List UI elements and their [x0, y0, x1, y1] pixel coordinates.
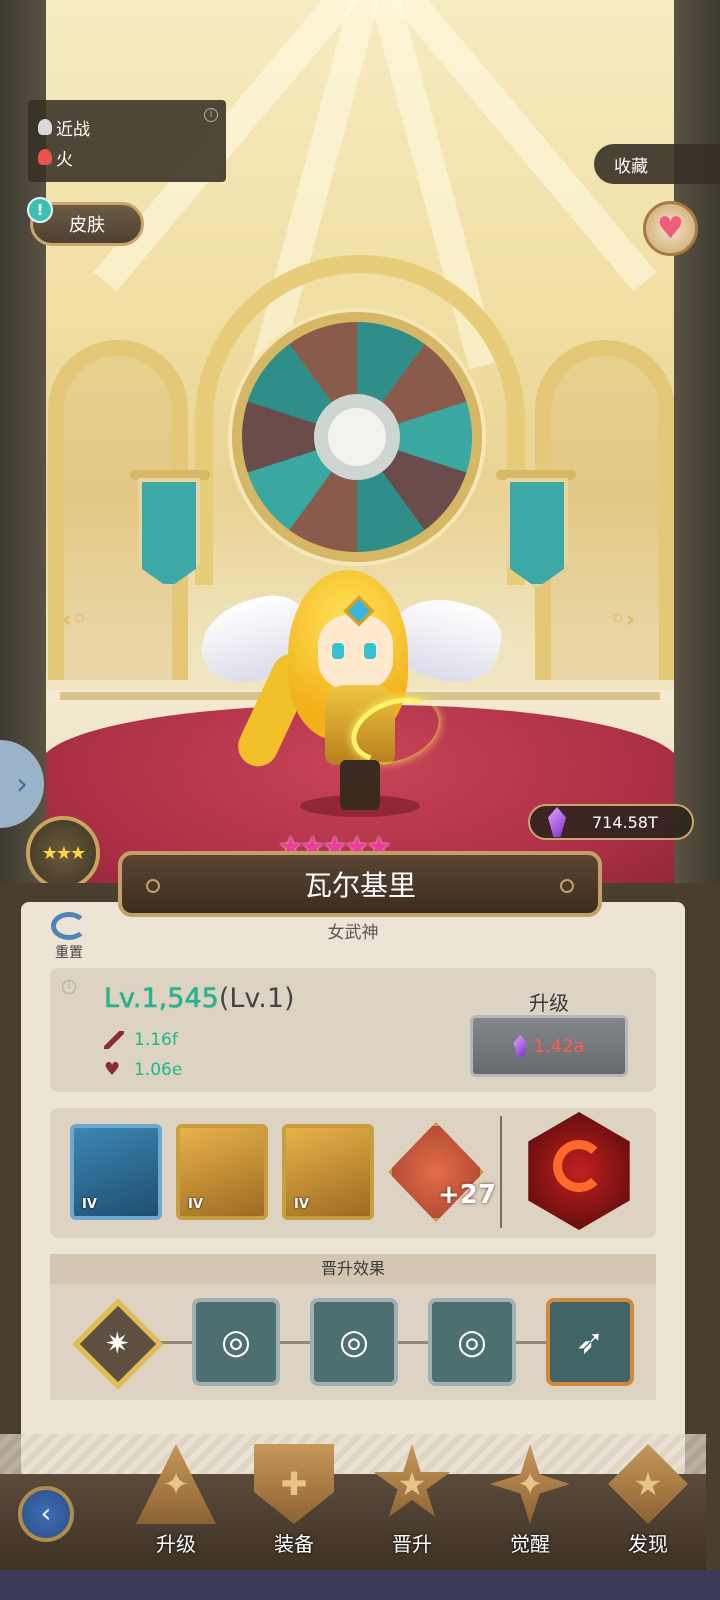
discover-icon: ★ [608, 1444, 688, 1524]
back-arrow-icon[interactable]: ‹ [18, 1486, 74, 1542]
nav-discover[interactable]: ★ 发现 [598, 1444, 698, 1566]
exclamation-icon: ! [27, 197, 53, 223]
promotion-header: 晋升效果 [50, 1254, 656, 1284]
crystal-currency-badge: 714.58T [528, 804, 694, 840]
hero-sprite[interactable] [191, 560, 509, 830]
hp-value: 1.06e [134, 1060, 183, 1080]
equipment-icon: ✚ [254, 1444, 334, 1524]
hero-name: 瓦尔基里 [303, 869, 416, 902]
level-display: Lv.1,545(Lv.1) [104, 983, 295, 1014]
hero-name-plate: 瓦尔基里 [118, 851, 602, 917]
reset-label: 重置 [55, 945, 83, 961]
hero-title: 女武神 [327, 923, 379, 943]
hero-detail-screen: i 近战 火 ! 皮肤 收藏 ♥ ‹◦ ◦› › 714.58T ★★★ ★★★… [0, 0, 720, 1600]
promotion-node-bow[interactable]: ➶ [546, 1298, 634, 1386]
melee-icon [38, 119, 52, 135]
nav-label: 升级 [156, 1532, 196, 1556]
type-label: 近战 [56, 119, 90, 140]
badge-count: +27 [438, 1180, 496, 1210]
flame-ring-icon [553, 1140, 605, 1192]
crystal-amount: 714.58T [592, 812, 658, 832]
upgrade-icon: ✦ [136, 1444, 216, 1524]
bow-icon: ➶ [575, 1322, 605, 1362]
gear-icon [560, 879, 574, 893]
nav-awaken[interactable]: ✦ 觉醒 [480, 1444, 580, 1566]
nav-label: 装备 [274, 1532, 314, 1556]
left-banner [138, 478, 200, 588]
hero-legs [340, 760, 380, 810]
equipment-slot-tiara[interactable]: IV [282, 1124, 374, 1220]
upgrade-label: 升级 [529, 991, 569, 1015]
promotion-node-vortex-1[interactable]: ◎ [192, 1298, 280, 1386]
hero-eye [364, 643, 376, 659]
equipment-slot-whip[interactable]: IV [70, 1124, 162, 1220]
hero-type-box: i 近战 火 [28, 100, 226, 182]
system-bar [0, 1570, 720, 1600]
hero-eye [332, 643, 344, 659]
nav-label: 发现 [628, 1532, 668, 1556]
sword-icon [104, 1031, 124, 1049]
crystal-icon [513, 1035, 528, 1057]
skin-label: 皮肤 [69, 215, 105, 236]
type-row-fire: 火 [38, 142, 216, 172]
divider [500, 1116, 502, 1228]
vortex-icon: ◎ [457, 1322, 487, 1362]
nav-equipment[interactable]: ✚ 装备 [244, 1444, 344, 1566]
heart-plus-icon: ♥ [104, 1059, 121, 1080]
nav-label: 晋升 [392, 1532, 432, 1556]
hero-face [318, 615, 393, 690]
type-row-melee: 近战 [38, 112, 216, 142]
right-banner [506, 478, 568, 588]
promotion-icon: ★ [373, 1444, 451, 1517]
promotion-node-vortex-2[interactable]: ◎ [310, 1298, 398, 1386]
promotion-node-burst[interactable]: ✷ [72, 1298, 164, 1390]
stats-info-icon[interactable]: i [62, 980, 76, 994]
heart-icon[interactable]: ♥ [643, 201, 698, 256]
gear-icon [146, 879, 160, 893]
upgrade-cost: 1.42a [533, 1035, 585, 1057]
upgrade-button[interactable]: 1.42a [470, 1015, 628, 1077]
favorite-tab[interactable]: 收藏 [594, 144, 720, 184]
vortex-icon: ◎ [339, 1322, 369, 1362]
burst-icon: ✷ [105, 1326, 131, 1362]
fire-icon [38, 149, 52, 165]
attack-stat: 1.16f [104, 1030, 178, 1050]
rank-star-medal: ★★★ [26, 816, 100, 890]
vortex-icon: ◎ [221, 1322, 251, 1362]
equipment-tier: IV [294, 1197, 309, 1212]
next-hero-arrow-icon[interactable]: ◦› [610, 605, 650, 635]
type-label: 火 [56, 149, 73, 170]
equipment-tier: IV [188, 1197, 203, 1212]
nav-label: 觉醒 [510, 1532, 550, 1556]
nav-upgrade[interactable]: ✦ 升级 [126, 1444, 226, 1566]
info-icon[interactable]: i [204, 108, 218, 122]
skin-button[interactable]: ! 皮肤 [27, 197, 144, 246]
awaken-icon: ✦ [490, 1444, 570, 1524]
nav-promotion[interactable]: ★ 晋升 [362, 1444, 462, 1566]
crystal-icon [548, 807, 566, 837]
promotion-node-vortex-3[interactable]: ◎ [428, 1298, 516, 1386]
prev-hero-arrow-icon[interactable]: ‹◦ [62, 605, 102, 635]
gear-emblem [314, 394, 400, 480]
base-level: (Lv.1) [218, 983, 295, 1014]
favorite-label: 收藏 [614, 156, 648, 177]
right-wall [674, 0, 720, 905]
hp-stat: ♥ 1.06e [104, 1060, 182, 1080]
current-level: Lv.1,545 [104, 983, 219, 1014]
attack-value: 1.16f [134, 1030, 178, 1050]
equipment-slot-armor[interactable]: IV [176, 1124, 268, 1220]
stained-glass-window [232, 312, 482, 562]
equipment-tier: IV [82, 1197, 97, 1212]
